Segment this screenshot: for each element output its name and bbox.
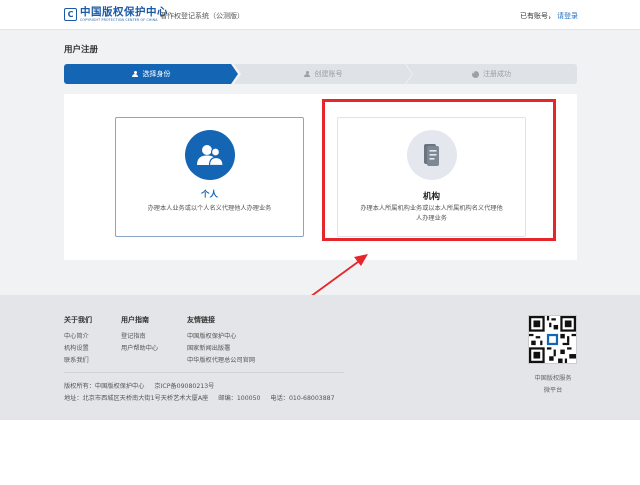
postcode: 邮编：100050	[218, 395, 261, 402]
page-bottom	[0, 420, 640, 485]
logo-mark-icon: C	[64, 8, 77, 21]
qr-caption-line: 微平台	[543, 387, 563, 394]
page-title: 用户注册	[64, 45, 99, 55]
logo-sub-text: COPYRIGHT PROTECTION CENTER OF CHINA	[80, 18, 158, 22]
copyright-owner: 版权所有：中国版权保护中心	[64, 383, 145, 390]
top-bar: C 中国版权保护中心 COPYRIGHT PROTECTION CENTER O…	[0, 0, 640, 30]
site-logo[interactable]: C 中国版权保护中心 COPYRIGHT PROTECTION CENTER O…	[64, 7, 168, 22]
qr-code-icon	[528, 315, 577, 364]
account-prompt: 已有账号，	[520, 12, 555, 20]
icp-number[interactable]: 京ICP备09080213号	[154, 383, 214, 390]
footer-link[interactable]: 用户帮助中心	[121, 343, 158, 355]
footer-link[interactable]: 中心简介	[64, 331, 92, 343]
registration-steps: 选择身份 创建账号 ✓ 注册成功	[64, 64, 577, 84]
footer-link[interactable]: 机构设置	[64, 343, 92, 355]
person-icon	[132, 70, 139, 78]
card-description: 办理本人业务或以个人名义代理他人办理业务	[147, 205, 272, 212]
step-label: 创建账号	[314, 70, 343, 78]
logo-main-text: 中国版权保护中心	[80, 6, 168, 18]
identity-card-personal[interactable]: 个人 办理本人业务或以个人名义代理他人办理业务	[115, 117, 304, 237]
step-label: 注册成功	[483, 70, 511, 78]
step-create-account: 创建账号	[234, 64, 412, 84]
footer-friend-links: 友情链接 中国版权保护中心 国家新闻出版署 中华版权代理总公司官网	[187, 315, 255, 367]
qr-caption-line: 中国版权服务	[534, 375, 572, 382]
step-registration-success: ✓ 注册成功	[406, 64, 577, 84]
users-icon	[184, 130, 235, 180]
footer-column-title: 用户指南	[121, 316, 149, 324]
footer-link[interactable]: 中华版权代理总公司官网	[187, 355, 255, 367]
footer-link[interactable]: 登记指南	[121, 331, 158, 343]
card-title: 个人	[200, 190, 218, 200]
footer-link[interactable]: 国家新闻出版署	[187, 343, 255, 355]
system-title: 著作权登记系统（公测版）	[160, 12, 244, 20]
login-link[interactable]: 请登录	[557, 12, 578, 20]
address: 地址：北京市西城区天桥南大街1号天桥艺术大厦A座	[64, 395, 209, 402]
step-select-identity: 选择身份	[64, 64, 238, 84]
account-area: 已有账号， 请登录	[520, 11, 578, 21]
footer-link[interactable]: 联系我们	[64, 355, 92, 367]
footer-about: 关于我们 中心简介 机构设置 联系我们	[64, 315, 92, 367]
footer-divider	[64, 372, 344, 373]
annotation-highlight-box	[322, 99, 556, 241]
footer-guide: 用户指南 登记指南 用户帮助中心	[121, 315, 158, 355]
footer-copyright: 版权所有：中国版权保护中心 京ICP备09080213号 地址：北京市西城区天桥…	[64, 381, 343, 405]
person-icon	[304, 70, 311, 78]
footer-column-title: 友情链接	[187, 316, 215, 324]
check-circle-icon: ✓	[472, 70, 479, 78]
phone: 电话：010-68003887	[270, 395, 335, 402]
footer-link[interactable]: 中国版权保护中心	[187, 331, 255, 343]
footer-column-title: 关于我们	[64, 316, 92, 324]
qr-caption: 中国版权服务 微平台	[518, 373, 588, 397]
step-label: 选择身份	[142, 70, 171, 78]
